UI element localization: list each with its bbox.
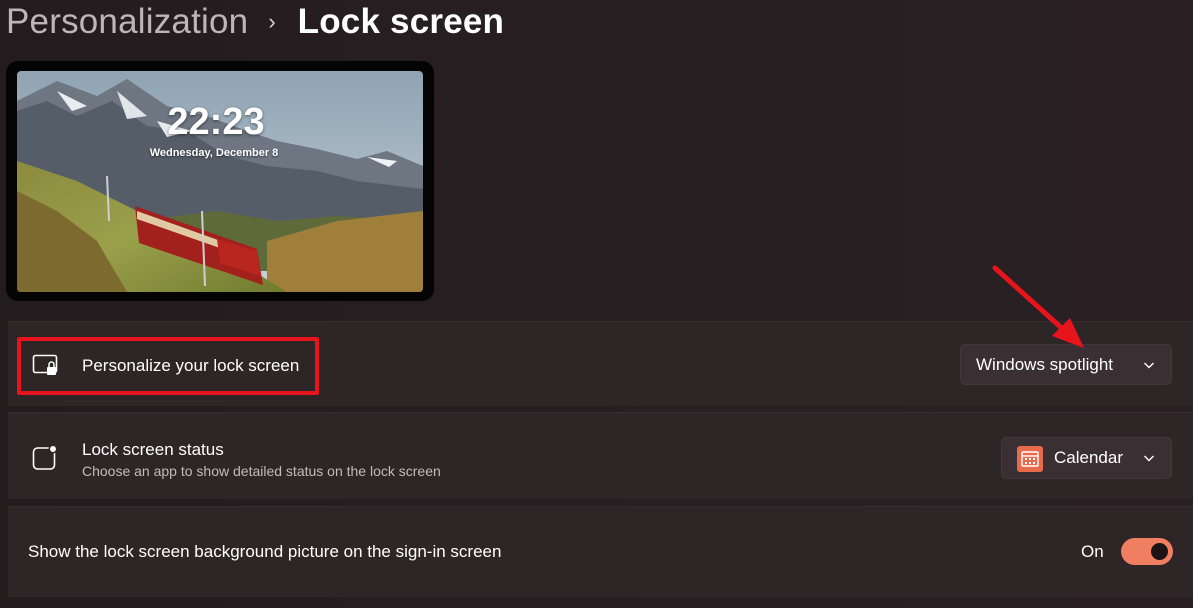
lock-screen-background-value: Windows spotlight bbox=[976, 354, 1114, 374]
lock-screen-status-title: Lock screen status bbox=[82, 440, 224, 459]
lock-screen-status-icon bbox=[32, 444, 58, 470]
setting-signin-background: Show the lock screen background picture … bbox=[8, 506, 1193, 597]
annotation-highlight-box bbox=[17, 337, 319, 395]
lock-screen-status-dropdown[interactable]: Calendar bbox=[1001, 437, 1172, 479]
breadcrumb: Personalization › Lock screen bbox=[6, 0, 504, 44]
signin-background-toggle-label: On bbox=[1081, 542, 1104, 561]
chevron-down-icon bbox=[1144, 362, 1154, 368]
chevron-down-icon bbox=[1144, 455, 1154, 462]
page-title: Lock screen bbox=[297, 2, 505, 41]
toggle-knob bbox=[1151, 543, 1168, 560]
setting-personalize-lock-screen: Personalize your lock screen Windows spo… bbox=[8, 321, 1193, 406]
lock-screen-background-dropdown[interactable]: Windows spotlight bbox=[960, 344, 1172, 385]
lock-screen-preview-image: 22:23 Wednesday, December 8 bbox=[17, 71, 423, 292]
preview-clock-time: 22:23 bbox=[167, 101, 265, 143]
signin-background-toggle[interactable] bbox=[1121, 538, 1173, 565]
lock-screen-status-value: Calendar bbox=[1054, 448, 1123, 467]
signin-background-title: Show the lock screen background picture … bbox=[28, 542, 502, 561]
breadcrumb-personalization-link[interactable]: Personalization bbox=[6, 2, 248, 42]
calendar-icon bbox=[1017, 446, 1043, 472]
settings-page: Personalization › Lock screen 22:23 Wedn… bbox=[0, 0, 1193, 608]
breadcrumb-separator: › bbox=[268, 9, 276, 34]
setting-lock-screen-status: Lock screen status Choose an app to show… bbox=[8, 412, 1193, 499]
preview-clock-date: Wednesday, December 8 bbox=[149, 147, 279, 159]
lock-screen-preview-frame: 22:23 Wednesday, December 8 bbox=[6, 61, 434, 301]
lock-screen-status-description: Choose an app to show detailed status on… bbox=[82, 463, 441, 479]
